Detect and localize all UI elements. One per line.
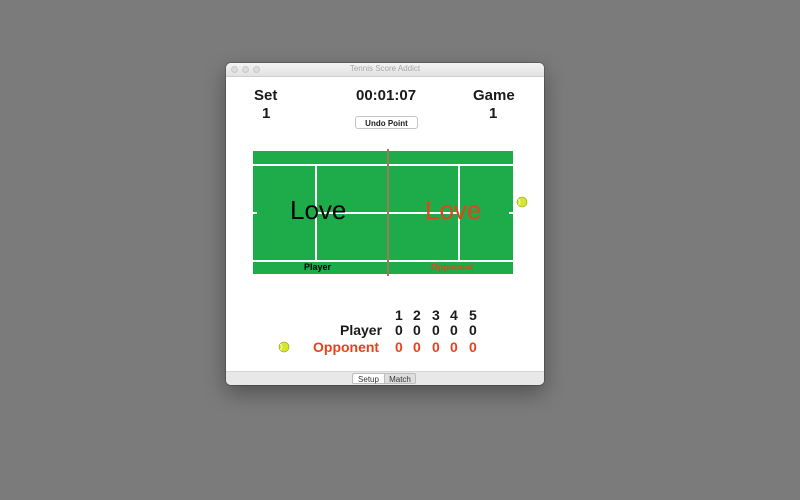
set-number-4: 4 bbox=[450, 307, 458, 323]
tab-setup[interactable]: Setup bbox=[352, 373, 385, 384]
player-set-5-games: 0 bbox=[469, 322, 477, 338]
scoreboard-opponent-label: Opponent bbox=[313, 339, 380, 355]
bottom-toolbar: Setup Match bbox=[226, 371, 544, 385]
court-opponent-label: Opponent bbox=[431, 262, 474, 272]
player-ball-icon bbox=[278, 341, 290, 353]
set-number-1: 1 bbox=[395, 307, 403, 323]
player-set-2-games: 0 bbox=[413, 322, 421, 338]
court-player-label: Player bbox=[304, 262, 332, 272]
player-set-1-games: 0 bbox=[395, 322, 403, 338]
opponent-set-1-games: 0 bbox=[395, 339, 403, 355]
opponent-set-3-games: 0 bbox=[432, 339, 440, 355]
tennis-court[interactable] bbox=[226, 63, 544, 385]
set-number-2: 2 bbox=[413, 307, 421, 323]
set-number-3: 3 bbox=[432, 307, 440, 323]
tab-match[interactable]: Match bbox=[385, 373, 416, 384]
opponent-set-5-games: 0 bbox=[469, 339, 477, 355]
app-window: Tennis Score Addict Set 1 00:01:07 Game … bbox=[226, 63, 544, 385]
player-set-3-games: 0 bbox=[432, 322, 440, 338]
opponent-set-4-games: 0 bbox=[450, 339, 458, 355]
serve-ball-icon bbox=[516, 196, 528, 208]
opponent-point-score: Love bbox=[425, 195, 482, 225]
player-point-score: Love bbox=[290, 195, 347, 225]
set-number-5: 5 bbox=[469, 307, 477, 323]
opponent-set-2-games: 0 bbox=[413, 339, 421, 355]
scoreboard-player-label: Player bbox=[340, 322, 383, 338]
player-set-4-games: 0 bbox=[450, 322, 458, 338]
